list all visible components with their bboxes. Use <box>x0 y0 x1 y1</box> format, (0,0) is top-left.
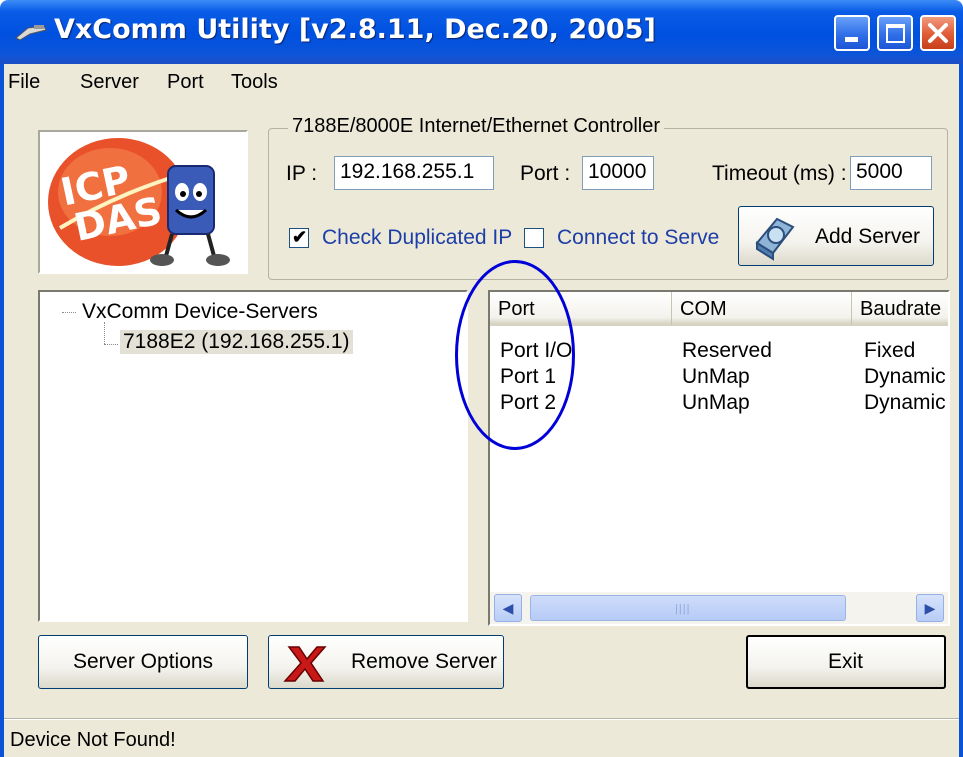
table-cell[interactable]: Dynamic <box>864 365 946 389</box>
remove-server-label: Remove Server <box>351 650 497 673</box>
controller-group-title: 7188E/8000E Internet/Ethernet Controller <box>288 115 665 138</box>
tree-connector <box>62 312 76 313</box>
menu-file[interactable]: File <box>8 71 40 94</box>
scroll-right-icon[interactable]: ▶ <box>916 594 944 622</box>
connect-to-server-checkbox[interactable] <box>524 228 544 248</box>
remove-server-button[interactable]: Remove Server <box>268 635 504 689</box>
tree-child-item[interactable]: 7188E2 (192.168.255.1) <box>120 330 353 354</box>
device-module-icon <box>755 217 795 261</box>
ip-label: IP : <box>286 162 318 185</box>
menu-port[interactable]: Port <box>167 71 204 94</box>
add-server-label: Add Server <box>815 225 921 248</box>
exit-label: Exit <box>828 650 864 673</box>
scroll-thumb[interactable]: |||| <box>530 595 846 621</box>
table-cell[interactable]: Reserved <box>682 339 772 363</box>
port-label: Port : <box>520 162 571 185</box>
ip-input[interactable]: 192.168.255.1 <box>334 156 494 190</box>
scroll-left-icon[interactable]: ◀ <box>494 594 522 622</box>
connect-to-server-label[interactable]: Connect to Serve <box>557 226 719 250</box>
menu-bar: File Server Port Tools <box>4 64 959 100</box>
table-cell[interactable]: Fixed <box>864 339 915 363</box>
window-title: VxComm Utility [v2.8.11, Dec.20, 2005] <box>54 14 656 45</box>
minimize-icon <box>845 37 858 42</box>
column-header-baudrate[interactable]: Baudrate <box>852 292 948 326</box>
add-server-button[interactable]: Add Server <box>738 206 934 266</box>
status-text: Device Not Found! <box>10 729 176 751</box>
close-icon <box>928 23 948 43</box>
tree-connector <box>104 322 105 344</box>
grip-icon: |||| <box>675 603 691 615</box>
exit-button[interactable]: Exit <box>746 635 946 689</box>
close-button[interactable] <box>920 15 956 51</box>
status-divider <box>4 719 959 720</box>
port-input[interactable]: 10000 <box>582 156 654 190</box>
menu-tools[interactable]: Tools <box>231 71 278 94</box>
server-options-label: Server Options <box>73 650 214 673</box>
tree-root-item[interactable]: VxComm Device-Servers <box>82 300 318 324</box>
menu-server[interactable]: Server <box>80 71 139 94</box>
status-bar: Device Not Found! <box>4 718 959 757</box>
checkmark-icon: ✔ <box>292 227 308 247</box>
timeout-label: Timeout (ms) : <box>712 162 847 185</box>
minimize-button[interactable] <box>834 15 870 51</box>
check-duplicated-ip-checkbox[interactable]: ✔ <box>289 227 309 248</box>
table-cell[interactable]: UnMap <box>682 365 750 389</box>
check-duplicated-ip-label[interactable]: Check Duplicated IP <box>322 226 512 250</box>
column-header-com[interactable]: COM <box>672 292 852 326</box>
server-options-button[interactable]: Server Options <box>38 635 248 689</box>
logo: ICP DAS <box>38 130 248 274</box>
device-server-tree[interactable]: VxComm Device-Servers 7188E2 (192.168.25… <box>38 290 468 622</box>
maximize-icon <box>886 24 905 43</box>
maximize-button[interactable] <box>877 15 913 51</box>
horizontal-scrollbar[interactable]: ◀ |||| ▶ <box>490 592 948 624</box>
title-bar[interactable]: VxComm Utility [v2.8.11, Dec.20, 2005] <box>0 0 963 64</box>
red-x-icon <box>283 646 327 682</box>
table-cell[interactable]: Dynamic <box>864 391 946 415</box>
timeout-input[interactable]: 5000 <box>850 156 932 190</box>
icpdas-logo-image: ICP DAS <box>48 138 230 266</box>
annotation-circle <box>455 260 575 450</box>
tree-connector <box>104 344 118 345</box>
app-icon <box>15 25 47 41</box>
table-cell[interactable]: UnMap <box>682 391 750 415</box>
